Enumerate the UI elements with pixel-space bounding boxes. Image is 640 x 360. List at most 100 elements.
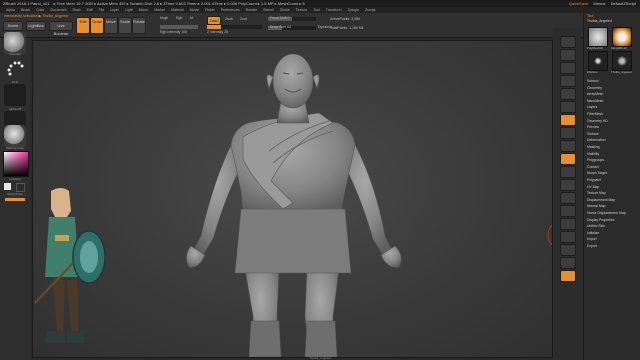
- rotate-label: Rotate: [133, 19, 145, 24]
- sculpt-canvas: [34, 53, 552, 357]
- shelf-button-scale[interactable]: [560, 192, 576, 204]
- shelf-button-lsym[interactable]: [560, 153, 576, 165]
- default-script-button[interactable]: DefaultZScript: [608, 1, 636, 6]
- right-shelf: [553, 28, 581, 360]
- shelf-button-xpose[interactable]: [560, 270, 576, 282]
- shelf-button-move[interactable]: [560, 179, 576, 191]
- shelf-button-frame[interactable]: [560, 166, 576, 178]
- dots-stroke-icon: [7, 61, 24, 76]
- shelf-button-scroll[interactable]: [560, 62, 576, 74]
- home-page-button[interactable]: Home Page: [3, 21, 23, 36]
- tool-tray: Tool Thulba_Angeled PolyMesh3D SimpleBru…: [583, 13, 640, 360]
- shelf-button-ghost[interactable]: [560, 244, 576, 256]
- tray-item[interactable]: Visibility: [587, 152, 639, 157]
- simplebrush-tile[interactable]: [612, 27, 632, 47]
- live-boolean-button[interactable]: Live Boolean: [49, 21, 73, 36]
- draw-label: Draw: [92, 19, 102, 24]
- focal-shift-label: Focal Shift 0: [270, 16, 290, 20]
- shelf-button-local[interactable]: [560, 140, 576, 152]
- brush-label: Standard: [8, 52, 22, 56]
- viewport-footer-label: Thulba_Angeled: [309, 356, 331, 360]
- tray-item[interactable]: Import: [587, 237, 639, 242]
- rgb-intensity-slider[interactable]: [160, 25, 198, 29]
- tray-item[interactable]: Display Properties: [587, 218, 639, 223]
- m-toggle[interactable]: M: [190, 16, 193, 20]
- breadcrumb: Interactivity Activation ▶ Thulba_Angele…: [4, 14, 68, 18]
- move-button[interactable]: Move: [104, 17, 118, 34]
- menus-toggle[interactable]: Menus: [590, 1, 605, 6]
- zadd-button[interactable]: Zadd: [207, 16, 221, 25]
- shelf-button-spix[interactable]: [560, 49, 576, 61]
- rgb-toggle[interactable]: Rgb: [176, 16, 182, 20]
- mrgb-toggle[interactable]: Mrgb: [160, 16, 168, 20]
- tray-item[interactable]: UV Map: [587, 185, 639, 190]
- shelf-button-bpr[interactable]: [560, 36, 576, 48]
- canvas-viewport[interactable]: [32, 40, 553, 358]
- main-color-swatch[interactable]: [4, 183, 11, 190]
- tray-item[interactable]: Export: [587, 244, 639, 249]
- shelf-button-solo[interactable]: [560, 257, 576, 269]
- tray-item[interactable]: ArrayMesh: [587, 92, 639, 97]
- polymesh-tile[interactable]: [588, 27, 608, 47]
- subtool-name: Thulba_Angeled: [587, 19, 612, 23]
- rgb-intensity-label: Rgb Intensity 100: [160, 30, 188, 34]
- tray-item[interactable]: Morph Target: [587, 171, 639, 176]
- quicksave-button[interactable]: QuickSave: [566, 1, 588, 6]
- shelf-button-floor[interactable]: [560, 127, 576, 139]
- tray-item[interactable]: Initialize: [587, 231, 639, 236]
- top-toolbar: Interactivity Activation ▶ Thulba_Angele…: [0, 13, 640, 38]
- alpha-thumbnail[interactable]: [4, 84, 26, 106]
- shelf-button-aahalf[interactable]: [560, 101, 576, 113]
- secondary-color-swatch[interactable]: [16, 183, 25, 192]
- rotate-button[interactable]: Rotate: [132, 17, 146, 34]
- tray-item[interactable]: Geometry HD: [587, 119, 639, 124]
- model-tile[interactable]: [612, 51, 632, 71]
- switch-color-label: SwitchColor: [6, 192, 23, 196]
- window-title: ZBrush 2018.1 Patrol_v01: [3, 1, 50, 6]
- window-stats: ▸ Free Mem 19.7 3GB ▸ Active Mem 457 ▸ S…: [53, 1, 305, 6]
- shelf-button-actual[interactable]: [560, 88, 576, 100]
- shelf-button-polyf[interactable]: [560, 218, 576, 230]
- zsphere-tile[interactable]: [588, 51, 608, 71]
- tray-item[interactable]: Unified Skin: [587, 224, 639, 229]
- tray-item[interactable]: Texture Map: [587, 191, 639, 196]
- active-points: ActivePoints: 3,086: [330, 17, 360, 21]
- brush-thumbnail[interactable]: [4, 32, 26, 54]
- shelf-button-persp[interactable]: [560, 114, 576, 126]
- shelf-button-rotate[interactable]: [560, 205, 576, 217]
- tray-item[interactable]: Subtool: [587, 79, 639, 84]
- lightbox-button[interactable]: LightBox: [26, 21, 46, 31]
- tile-label-2: ZSphere: [587, 70, 598, 74]
- material-thumbnail[interactable]: [4, 125, 26, 147]
- material-label: MatCap Gray: [6, 146, 24, 150]
- tile-label-3: Thulba_Angeled: [611, 70, 632, 74]
- tray-item[interactable]: Surface: [587, 132, 639, 137]
- tray-item[interactable]: FiberMesh: [587, 112, 639, 117]
- tray-item[interactable]: Deformation: [587, 138, 639, 143]
- shelf-button-zoom[interactable]: [560, 75, 576, 87]
- tray-item[interactable]: NanoMesh: [587, 99, 639, 104]
- scale-button[interactable]: Scale: [118, 17, 132, 34]
- edit-button[interactable]: Edit: [76, 17, 90, 34]
- tray-item[interactable]: Preview: [587, 125, 639, 130]
- tray-item[interactable]: Displacement Map: [587, 198, 639, 203]
- tray-item[interactable]: Normal Map: [587, 204, 639, 209]
- z-intensity-slider[interactable]: [207, 25, 262, 29]
- zcut-button[interactable]: Zcut: [240, 17, 247, 21]
- tray-item[interactable]: Polygroups: [587, 158, 639, 163]
- color-picker[interactable]: [3, 151, 29, 177]
- tray-item[interactable]: Geometry: [587, 86, 639, 91]
- edit-label: Edit: [79, 19, 87, 24]
- tray-item[interactable]: Layers: [587, 105, 639, 110]
- tray-item[interactable]: Masking: [587, 145, 639, 150]
- draw-button[interactable]: Draw: [90, 17, 104, 34]
- tray-item[interactable]: Polypaint: [587, 178, 639, 183]
- shelf-button-transp[interactable]: [560, 231, 576, 243]
- brush-cursor: [547, 224, 552, 246]
- zsub-button[interactable]: Zsub: [225, 17, 233, 21]
- stroke-thumbnail[interactable]: [4, 58, 26, 80]
- tray-item[interactable]: Vector Displacement Map: [587, 211, 639, 216]
- gradient-label: Gradient: [9, 177, 21, 181]
- switch-color-button[interactable]: [5, 198, 25, 201]
- tray-item[interactable]: Contact: [587, 165, 639, 170]
